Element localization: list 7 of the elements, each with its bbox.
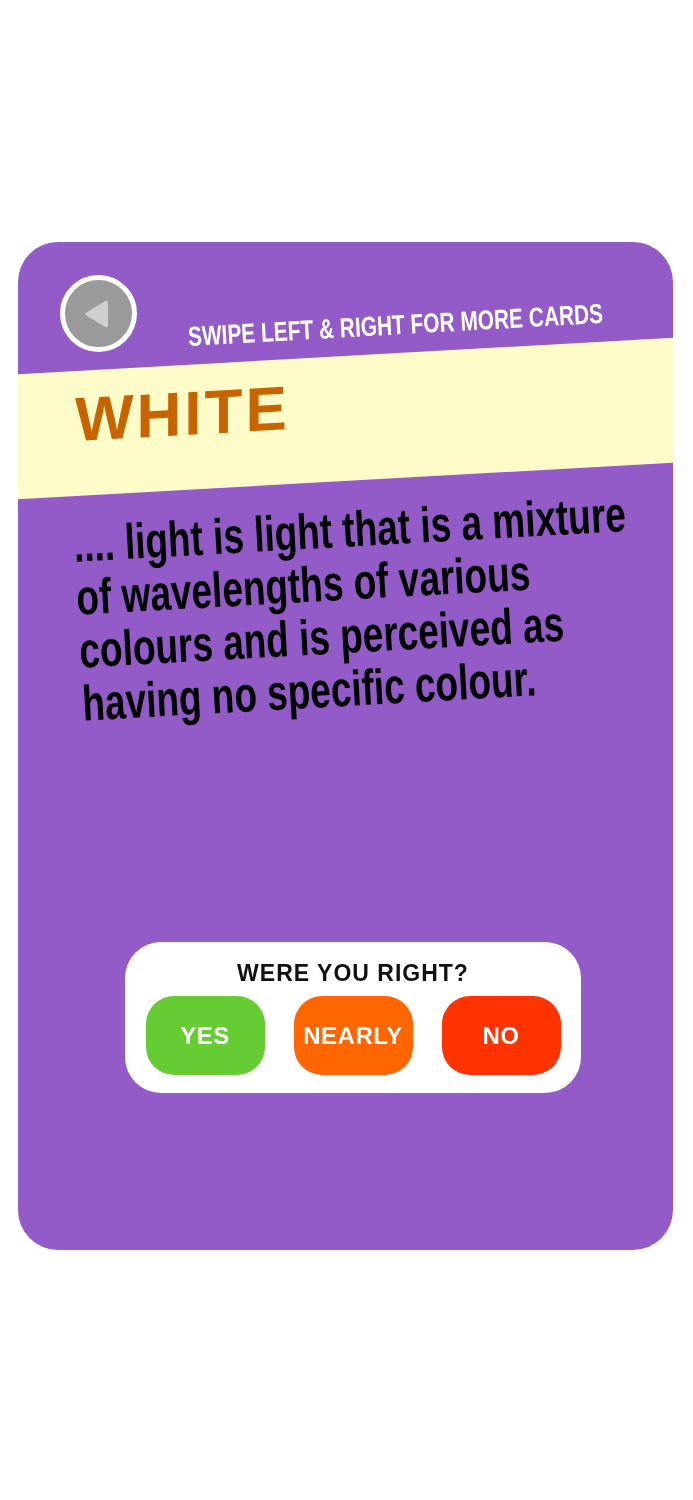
definition-text: .... light is light that is a mixture of wavelengths of various colours and is perceived as having no specific colour.	[72, 487, 629, 731]
answer-button[interactable]: NEARLY	[293, 996, 413, 1075]
swipe-hint: SWIPE LEFT & RIGHT FOR MORE CARDS	[187, 297, 604, 353]
quiz-question: WERE YOU RIGHT?	[237, 959, 469, 988]
answer-button[interactable]: NO	[441, 996, 561, 1075]
term-title: WHITE	[75, 377, 290, 452]
answer-button[interactable]: YES	[145, 996, 265, 1075]
